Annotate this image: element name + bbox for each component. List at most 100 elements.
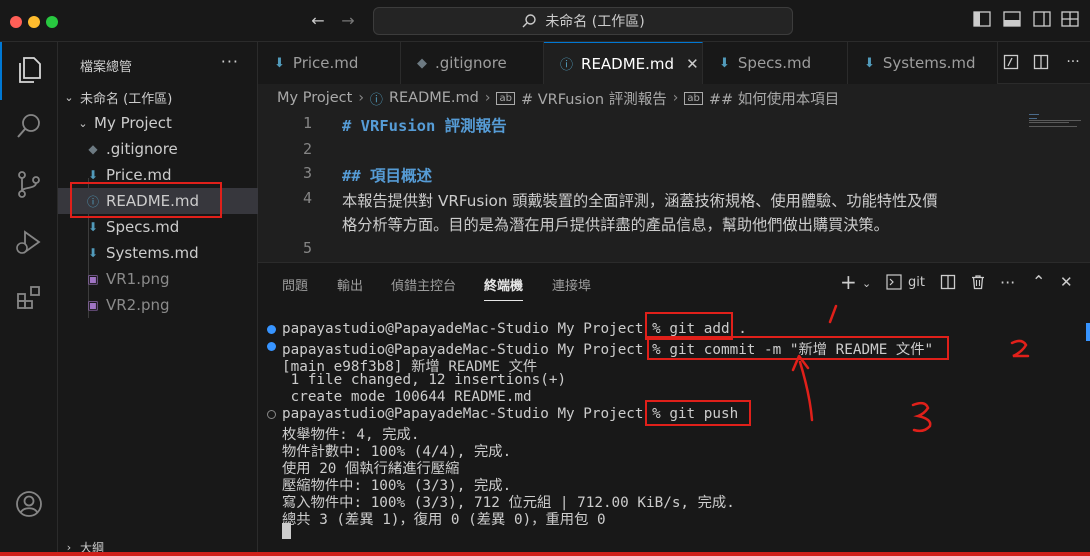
symbol-string-icon: ab [496, 91, 515, 105]
forward-arrow-icon[interactable]: → [338, 11, 358, 31]
tab-price[interactable]: ⬇ Price.md [258, 42, 401, 84]
explorer-title: 檔案總管 [80, 60, 133, 75]
open-preview-icon[interactable] [1002, 54, 1020, 72]
tab-output[interactable]: 輸出 [337, 275, 363, 294]
file-label: VR1.png [106, 270, 170, 288]
command-status-dot [267, 410, 276, 419]
search-icon [522, 14, 537, 28]
chevron-down-icon: ⌄ [64, 90, 74, 104]
file-label: Systems.md [106, 244, 199, 262]
file-item[interactable]: ◆ .gitignore [58, 136, 258, 162]
terminal-line: 1 file changed, 12 insertions(+) [282, 372, 567, 388]
customize-layout-icon[interactable] [1060, 11, 1080, 31]
chevron-down-icon[interactable]: ⌄ [862, 277, 871, 290]
file-item[interactable]: ⬇ Systems.md [58, 240, 258, 266]
tab-label: Systems.md [882, 54, 976, 72]
terminal-cursor [282, 523, 291, 539]
tab-specs[interactable]: ⬇ Specs.md [703, 42, 848, 84]
terminal-selector[interactable]: git [886, 274, 925, 290]
file-item[interactable]: ▣ VR2.png [58, 292, 258, 318]
explorer-sidebar: 檔案總管 ··· ⌄ 未命名 (工作區) ⌄ My Project ◆ .git… [58, 42, 258, 556]
breadcrumb-item[interactable]: ## 如何使用本項目 [709, 88, 839, 109]
chevron-right-icon: › [484, 90, 491, 106]
highlight-box-readme [70, 182, 222, 218]
line-number: 4 [302, 189, 312, 207]
split-terminal-icon[interactable] [940, 274, 956, 294]
more-actions-icon[interactable]: ··· [221, 52, 239, 71]
zoom-window-button[interactable] [46, 16, 58, 28]
code-editor[interactable]: 1 # VRFusion 評測報告 2 3 ## 項目概述 4 本報告提供對 V… [258, 112, 1090, 262]
folder-my-project[interactable]: ⌄ My Project [58, 110, 258, 136]
image-icon: ▣ [87, 272, 99, 286]
explorer-icon[interactable] [13, 54, 45, 86]
highlight-box-git-commit [647, 336, 949, 360]
folder-label: My Project [94, 114, 172, 132]
tab-debug-console[interactable]: 偵錯主控台 [391, 275, 456, 294]
workspace-root[interactable]: ⌄ 未命名 (工作區) [58, 84, 258, 110]
tab-gitignore[interactable]: ◆ .gitignore [401, 42, 544, 84]
minimize-window-button[interactable] [28, 16, 40, 28]
markdown-arrow-icon: ⬇ [87, 220, 99, 234]
tab-terminal[interactable]: 終端機 [484, 275, 524, 301]
more-actions-icon[interactable]: ··· [1000, 273, 1015, 292]
close-panel-icon[interactable]: ✕ [1060, 273, 1073, 291]
active-indicator [0, 42, 2, 100]
tab-ports[interactable]: 連接埠 [552, 275, 591, 294]
info-circle-icon: ⓘ [560, 58, 574, 73]
back-arrow-icon[interactable]: ← [308, 11, 328, 31]
scrollbar-marker [1086, 323, 1090, 341]
breadcrumb-item[interactable]: README.md [389, 90, 479, 106]
chevron-down-icon: ⌄ [78, 116, 88, 130]
symbol-string-icon: ab [684, 91, 703, 105]
tab-label: Price.md [292, 54, 359, 72]
minimap[interactable] [1025, 112, 1085, 142]
breadcrumb-item[interactable]: # VRFusion 評測報告 [521, 88, 667, 109]
close-icon[interactable]: ✕ [686, 55, 699, 73]
run-debug-icon[interactable] [13, 226, 45, 258]
line-number: 5 [302, 239, 312, 257]
breadcrumb-item[interactable]: My Project [277, 90, 352, 106]
markdown-arrow-icon: ⬇ [719, 55, 730, 71]
tab-systems[interactable]: ⬇ Systems.md [848, 42, 998, 84]
account-icon[interactable] [13, 488, 45, 520]
chevron-right-icon: › [358, 90, 364, 106]
close-window-button[interactable] [10, 16, 22, 28]
code-line-wrapped: 格分析等方面。目的是為潛在用戶提供詳盡的產品信息，幫助他們做出購買決策。 [342, 216, 889, 234]
code-line: 本報告提供對 VRFusion 頭戴裝置的全面評測，涵蓋技術規格、使用體驗、功能… [342, 192, 938, 210]
extensions-icon[interactable] [13, 282, 45, 314]
image-icon: ▣ [87, 298, 99, 312]
tab-problems[interactable]: 問題 [282, 275, 308, 294]
code-line: ## 項目概述 [342, 167, 432, 185]
command-center-search[interactable]: 未命名 (工作區) [373, 7, 793, 35]
bottom-highlight-strip [0, 552, 1090, 556]
terminal-line: 總共 3 (差異 1)，復用 0 (差異 0)，重用包 0 [282, 512, 606, 528]
toggle-secondary-sidebar-icon[interactable] [1032, 11, 1052, 31]
editor-tabs: ⬇ Price.md ◆ .gitignore ⓘ README.md ✕ ⬇ … [258, 42, 1090, 84]
workspace-label: 未命名 (工作區) [80, 91, 173, 107]
more-actions-icon[interactable]: ··· [1064, 54, 1082, 72]
breadcrumb: My Project › ⓘ README.md › ab # VRFusion… [258, 84, 1090, 112]
line-number: 3 [302, 164, 312, 182]
toggle-panel-icon[interactable] [1002, 11, 1022, 31]
markdown-arrow-icon: ⬇ [87, 168, 99, 182]
source-control-icon[interactable] [13, 168, 45, 200]
maximize-panel-icon[interactable]: ⌃ [1032, 272, 1045, 291]
line-number: 1 [302, 114, 312, 132]
activity-bar [0, 42, 58, 556]
tab-label: Specs.md [737, 54, 812, 72]
markdown-arrow-icon: ⬇ [274, 55, 285, 71]
chevron-right-icon: › [672, 90, 679, 106]
git-diamond-icon: ◆ [417, 55, 427, 71]
file-item[interactable]: ▣ VR1.png [58, 266, 258, 292]
tab-readme[interactable]: ⓘ README.md ✕ [544, 42, 703, 84]
line-number: 2 [302, 140, 312, 158]
search-icon[interactable] [13, 110, 45, 142]
toggle-sidebar-icon[interactable] [972, 11, 992, 31]
terminal-line: create mode 100644 README.md [282, 389, 532, 405]
new-terminal-icon[interactable]: + [840, 270, 857, 294]
tab-label: .gitignore [435, 54, 507, 72]
markdown-arrow-icon: ⬇ [87, 246, 99, 260]
code-line: # VRFusion 評測報告 [342, 117, 507, 135]
split-editor-icon[interactable] [1032, 54, 1050, 72]
trash-icon[interactable] [970, 274, 986, 294]
